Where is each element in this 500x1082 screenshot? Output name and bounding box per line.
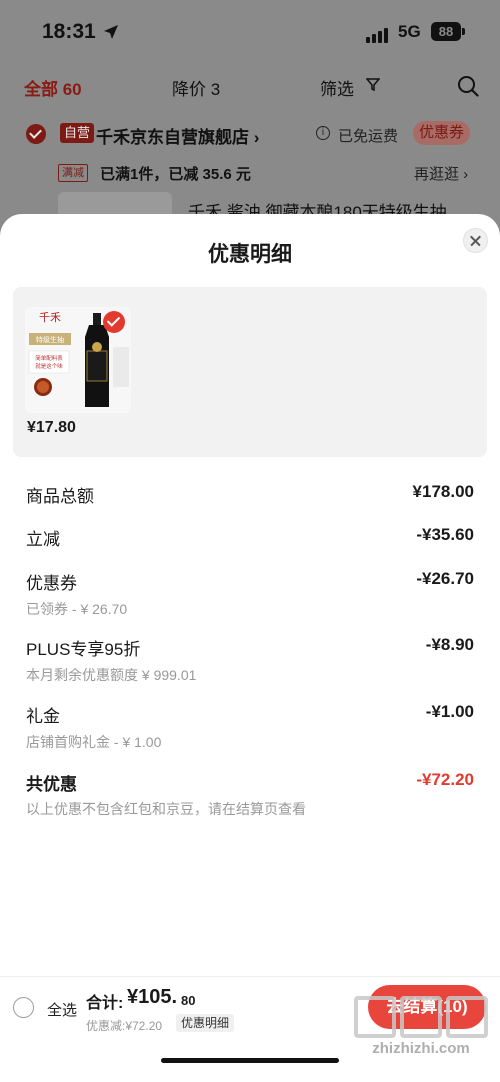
self-operated-tag: 自营 [60,123,95,143]
battery-cap [462,28,465,35]
watermark-text: zhizhizhi.com [372,1040,470,1057]
total-discount-row: 共优惠 -¥72.20 [26,770,474,794]
svg-text:千禾: 千禾 [39,311,61,324]
image-label-text: 特级生抽 [36,335,64,344]
goods-total-label: 商品总额 [26,487,94,506]
location-arrow-icon [104,25,118,39]
gift-money-sub: 店铺首购礼金 - ¥ 1.00 [26,734,162,750]
tab-all[interactable]: 全部 60 [24,75,82,100]
background-cart-page: 18:31 5G 88 全部 60 降价 3 筛选 自营 千禾京东自营旗舰店 ›… [0,0,500,240]
plus-discount-row: PLUS专享95折 -¥8.90 本月剩余优惠额度 ¥ 999.01 [26,635,474,687]
watermark-logo-box [446,996,488,1038]
discount-note: 以上优惠不包含红包和京豆，请在结算页查看 [26,801,306,817]
watermark: zhizhizhi.com [352,996,490,1058]
product-card: 特级生抽 简单配料表 就是这个味 千禾 ¥17.80 [13,287,487,457]
sheet-title: 优惠明细 [208,243,292,266]
discount-detail-sheet: 优惠明细 特级生抽 简单配料表 就是这个味 千禾 ¥17.80 商品总额 ¥17… [0,214,500,1082]
promo-tag: 满减 [58,164,88,182]
search-icon[interactable] [457,75,479,97]
plus-discount-value: -¥8.90 [425,635,474,654]
promo-text: 已满1件，已减 35.6 元 [100,166,251,183]
goods-total-row: 商品总额 ¥178.00 [26,482,474,506]
cellular-signal-icon [366,25,390,43]
filter-tabs: 全部 60 降价 3 筛选 [0,70,500,104]
svg-text:就是这个味: 就是这个味 [35,362,63,370]
gift-money-label: 礼金 [26,707,60,726]
coupon-sub: 已领券 - ¥ 26.70 [26,601,128,617]
coupon-label: 优惠券 [26,574,77,593]
instant-discount-label: 立减 [26,530,60,549]
discount-detail-button[interactable]: 优惠明细 [176,1014,235,1032]
select-all-label[interactable]: 全选 [47,999,77,1020]
instant-discount-row: 立减 -¥35.60 [26,525,474,549]
close-button[interactable] [463,228,488,253]
total-discount-label: 共优惠 [26,775,77,794]
plus-discount-sub: 本月剩余优惠额度 ¥ 999.01 [26,667,197,683]
product-price: ¥17.80 [27,419,76,436]
instant-discount-value: -¥35.60 [416,525,474,544]
status-time: 18:31 [42,20,96,43]
coupon-value: -¥26.70 [416,569,474,588]
total-label: 合计: [86,995,124,1012]
product-selected-check-icon [103,311,125,333]
total-discount-value: -¥72.20 [416,770,474,789]
free-shipping-label: 已免运费 [338,128,399,145]
gift-money-value: -¥1.00 [425,702,474,721]
tab-price-drop[interactable]: 降价 3 [172,75,220,100]
plus-discount-label: PLUS专享95折 [26,640,141,659]
battery-icon: 88 [431,22,461,41]
discount-summary: 优惠减:¥72.20 [86,1019,163,1033]
shop-coupon-button[interactable]: 优惠券 [413,121,471,145]
home-indicator[interactable] [161,1058,339,1063]
watermark-logo-box [354,996,396,1038]
status-bar: 18:31 5G 88 [0,0,500,64]
total-cents: 80 [181,993,196,1008]
info-icon: i [316,126,330,140]
gift-money-row: 礼金 -¥1.00 店铺首购礼金 - ¥ 1.00 [26,702,474,754]
svg-text:简单配料表: 简单配料表 [35,354,63,362]
select-all-radio[interactable] [13,997,34,1018]
total-amount: ¥105. [127,986,178,1008]
shop-name-link[interactable]: 千禾京东自营旗舰店 › [96,123,259,148]
filter-funnel-icon [366,78,380,92]
browse-more-link[interactable]: 再逛逛 › [414,163,468,184]
coupon-row: 优惠券 -¥26.70 已领券 - ¥ 26.70 [26,569,474,621]
network-type: 5G [398,22,421,41]
shop-select-checkbox[interactable] [26,124,46,144]
watermark-logo-box [400,996,442,1038]
tab-filter[interactable]: 筛选 [320,75,354,100]
goods-total-value: ¥178.00 [412,482,474,501]
